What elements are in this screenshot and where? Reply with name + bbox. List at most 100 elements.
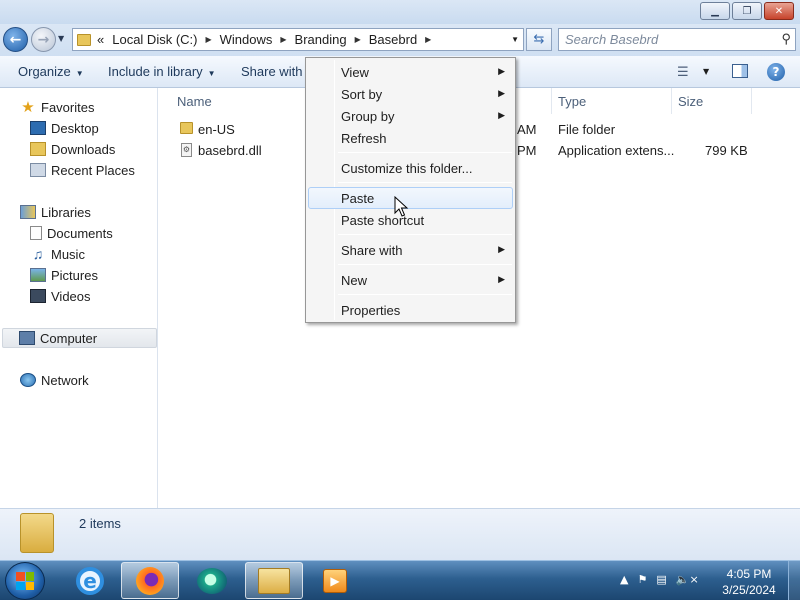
preview-pane-icon[interactable] bbox=[732, 64, 748, 78]
menu-item-new[interactable]: New ▶ bbox=[308, 269, 513, 291]
taskbar-chat-app[interactable] bbox=[183, 562, 241, 599]
clock-time: 4:05 PM bbox=[726, 567, 772, 581]
chevron-right-icon[interactable]: ▶ bbox=[355, 35, 361, 44]
libraries-icon bbox=[20, 205, 36, 219]
breadcrumb-item-branding[interactable]: Branding bbox=[295, 32, 347, 47]
media-player-icon: ▶ bbox=[323, 568, 347, 593]
column-header-name[interactable]: Name bbox=[177, 94, 212, 109]
menu-item-paste[interactable]: Paste bbox=[308, 187, 513, 209]
menu-item-label: Sort by bbox=[341, 87, 383, 102]
details-pane: 2 items bbox=[0, 508, 800, 560]
column-divider[interactable] bbox=[671, 88, 672, 114]
context-menu: View ▶ Sort by ▶ Group by ▶ Refresh Cust… bbox=[305, 57, 516, 323]
submenu-arrow-icon: ▶ bbox=[498, 110, 505, 120]
nav-downloads[interactable]: Downloads bbox=[30, 139, 115, 159]
address-bar[interactable]: « Local Disk (C:) ▶ Windows ▶ Branding ▶… bbox=[72, 28, 524, 51]
firefox-icon bbox=[136, 566, 164, 595]
nav-documents[interactable]: Documents bbox=[30, 223, 113, 243]
nav-music[interactable]: ♫ Music bbox=[30, 244, 85, 264]
menu-separator bbox=[338, 294, 512, 295]
arrow-right-icon: → bbox=[37, 31, 50, 48]
windows-explorer-icon bbox=[258, 567, 290, 594]
nav-computer[interactable]: Computer bbox=[2, 328, 157, 348]
chevron-right-icon[interactable]: ▶ bbox=[425, 35, 431, 44]
menu-item-refresh[interactable]: Refresh bbox=[308, 127, 513, 149]
breadcrumb-item-basebrd[interactable]: Basebrd bbox=[369, 32, 417, 47]
computer-icon bbox=[19, 331, 35, 345]
menu-item-label: Properties bbox=[341, 303, 401, 318]
menu-item-group-by[interactable]: Group by ▶ bbox=[308, 105, 513, 127]
search-icon[interactable]: ⚲ bbox=[781, 31, 791, 47]
menu-item-properties[interactable]: Properties bbox=[308, 299, 513, 321]
star-icon: ★ bbox=[21, 99, 35, 116]
title-bar: ▁ ❐ ✕ bbox=[0, 0, 800, 24]
views-dropdown[interactable]: ▼ bbox=[703, 67, 709, 76]
dll-file-icon: ⚙ bbox=[181, 143, 192, 157]
network-icon bbox=[20, 373, 36, 387]
breadcrumb-item-local-disk[interactable]: Local Disk (C:) bbox=[112, 32, 197, 47]
minimize-button[interactable]: ▁ bbox=[700, 2, 730, 20]
nav-documents-label: Documents bbox=[47, 225, 113, 241]
organize-button[interactable]: Organize ▼ bbox=[18, 64, 84, 79]
menu-item-view[interactable]: View ▶ bbox=[308, 61, 513, 83]
action-center-flag-icon[interactable]: ⚑ bbox=[637, 573, 647, 586]
documents-icon bbox=[30, 226, 42, 240]
column-divider[interactable] bbox=[551, 88, 552, 114]
back-button[interactable]: ← bbox=[3, 27, 28, 52]
volume-muted-icon[interactable]: 🔈× bbox=[676, 573, 699, 586]
recent-pages-dropdown[interactable]: ▼ bbox=[58, 34, 64, 43]
taskbar-media-player[interactable]: ▶ bbox=[306, 562, 364, 599]
taskbar-firefox[interactable] bbox=[121, 562, 179, 599]
desktop-icon bbox=[30, 121, 46, 135]
column-header-type[interactable]: Type bbox=[558, 94, 586, 109]
nav-libraries[interactable]: Libraries bbox=[20, 202, 91, 222]
windows-logo-icon bbox=[16, 572, 34, 590]
show-desktop-button[interactable] bbox=[788, 561, 800, 600]
forward-button[interactable]: → bbox=[31, 27, 56, 52]
menu-item-customize-folder[interactable]: Customize this folder... bbox=[308, 157, 513, 179]
column-header-size[interactable]: Size bbox=[678, 94, 703, 109]
nav-videos[interactable]: Videos bbox=[30, 286, 91, 306]
menu-item-share-with[interactable]: Share with ▶ bbox=[308, 239, 513, 261]
recent-places-icon bbox=[30, 163, 46, 177]
network-tray-icon[interactable]: ▤ bbox=[656, 573, 666, 586]
start-button[interactable] bbox=[5, 562, 45, 600]
nav-network[interactable]: Network bbox=[20, 370, 89, 390]
nav-network-label: Network bbox=[41, 372, 89, 388]
nav-pictures[interactable]: Pictures bbox=[30, 265, 98, 285]
chevron-down-icon: ▼ bbox=[75, 69, 84, 78]
chevron-right-icon[interactable]: ▶ bbox=[205, 35, 211, 44]
search-input[interactable]: Search Basebrd ⚲ bbox=[558, 28, 796, 51]
internet-explorer-icon: e bbox=[76, 566, 104, 595]
include-in-library-button[interactable]: Include in library ▼ bbox=[108, 64, 216, 79]
help-icon[interactable]: ? bbox=[767, 63, 785, 81]
taskbar: e ▶ ▲ ⚑ ▤ 🔈× 4:05 PM 3/25/2024 bbox=[0, 560, 800, 600]
search-placeholder: Search Basebrd bbox=[565, 32, 659, 47]
refresh-button[interactable]: ⇆ bbox=[526, 28, 552, 51]
maximize-button[interactable]: ❐ bbox=[732, 2, 762, 20]
breadcrumb-overflow[interactable]: « bbox=[97, 32, 104, 47]
folder-icon bbox=[77, 33, 91, 46]
nav-favorites[interactable]: ★ Favorites bbox=[20, 97, 94, 117]
nav-libraries-label: Libraries bbox=[41, 204, 91, 220]
menu-item-sort-by[interactable]: Sort by ▶ bbox=[308, 83, 513, 105]
breadcrumb-item-windows[interactable]: Windows bbox=[220, 32, 273, 47]
taskbar-windows-explorer[interactable] bbox=[245, 562, 303, 599]
chevron-right-icon[interactable]: ▶ bbox=[280, 35, 286, 44]
change-view-button[interactable]: ☰ bbox=[677, 65, 689, 80]
nav-recent-places[interactable]: Recent Places bbox=[30, 160, 135, 180]
nav-desktop-label: Desktop bbox=[51, 120, 99, 136]
menu-item-label: View bbox=[341, 65, 369, 80]
menu-item-paste-shortcut[interactable]: Paste shortcut bbox=[308, 209, 513, 231]
show-hidden-icons-icon[interactable]: ▲ bbox=[620, 573, 628, 586]
nav-videos-label: Videos bbox=[51, 288, 91, 304]
submenu-arrow-icon: ▶ bbox=[498, 88, 505, 98]
nav-desktop[interactable]: Desktop bbox=[30, 118, 99, 138]
taskbar-internet-explorer[interactable]: e bbox=[61, 562, 119, 599]
pictures-icon bbox=[30, 268, 46, 282]
clock[interactable]: 4:05 PM 3/25/2024 bbox=[716, 566, 782, 598]
close-button[interactable]: ✕ bbox=[764, 2, 794, 20]
folder-icon bbox=[20, 513, 54, 553]
address-history-dropdown[interactable]: ▼ bbox=[511, 35, 519, 44]
column-divider[interactable] bbox=[751, 88, 752, 114]
